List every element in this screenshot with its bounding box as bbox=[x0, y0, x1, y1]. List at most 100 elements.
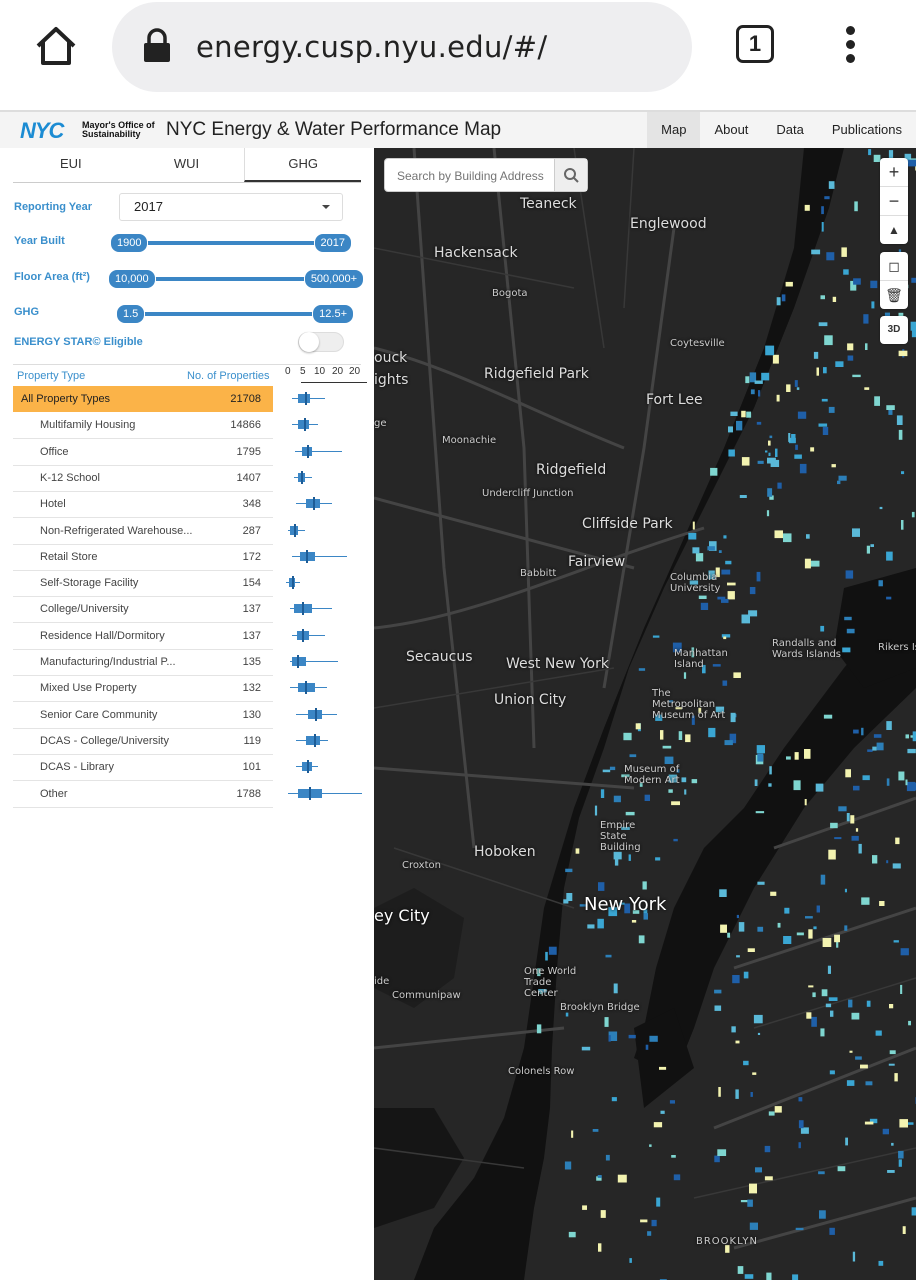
trash-icon[interactable]: 🗑 bbox=[880, 281, 908, 309]
building-footprint bbox=[796, 387, 800, 390]
search-button[interactable] bbox=[554, 159, 587, 191]
building-footprint bbox=[861, 727, 864, 736]
map-label: Teaneck bbox=[520, 196, 577, 212]
tab-wui[interactable]: WUI bbox=[129, 148, 245, 182]
tab-ghg[interactable]: GHG bbox=[244, 148, 362, 182]
building-footprint bbox=[911, 1207, 916, 1216]
building-footprint bbox=[905, 734, 909, 739]
axis-tick-label: 20 bbox=[332, 366, 344, 377]
address-bar[interactable]: energy.cusp.nyu.edu/#/ bbox=[112, 2, 692, 92]
building-footprint bbox=[741, 410, 746, 418]
draw-polygon-button[interactable]: ◻ bbox=[880, 252, 908, 281]
building-footprint bbox=[744, 1274, 754, 1279]
building-footprint bbox=[836, 941, 839, 948]
building-footprint bbox=[895, 837, 900, 845]
building-footprint bbox=[736, 914, 739, 919]
boxplot bbox=[0, 781, 374, 807]
building-footprint bbox=[819, 1210, 826, 1219]
building-footprint bbox=[834, 837, 842, 840]
building-footprint bbox=[824, 196, 830, 200]
building-footprint bbox=[662, 745, 672, 749]
building-footprint bbox=[714, 1005, 722, 1011]
boxplot bbox=[0, 518, 374, 544]
ghg-max-handle[interactable]: 12.5+ bbox=[312, 304, 354, 324]
building-footprint bbox=[628, 854, 631, 861]
building-footprint bbox=[891, 1142, 894, 1146]
nav-publications[interactable]: Publications bbox=[818, 112, 916, 148]
building-footprint bbox=[725, 560, 732, 565]
building-footprint bbox=[876, 742, 884, 751]
nav-data[interactable]: Data bbox=[762, 112, 817, 148]
building-footprint bbox=[886, 860, 889, 864]
building-footprint bbox=[664, 756, 674, 764]
building-footprint bbox=[812, 992, 816, 998]
header-property-type[interactable]: Property Type bbox=[17, 370, 85, 382]
address-search[interactable] bbox=[384, 158, 588, 193]
floor-area-slider[interactable]: 10,000 500,000+ bbox=[108, 269, 364, 289]
year-built-slider[interactable]: 1900 2017 bbox=[110, 233, 352, 253]
building-footprint bbox=[793, 780, 801, 791]
search-input[interactable] bbox=[385, 159, 569, 193]
ghg-slider[interactable]: 1.5 12.5+ bbox=[116, 304, 354, 324]
axis-tick-label: 20 bbox=[349, 366, 361, 377]
building-footprint bbox=[792, 1274, 799, 1280]
building-footprint bbox=[757, 460, 764, 464]
building-footprint bbox=[886, 405, 895, 410]
reporting-year-select[interactable]: 2017 bbox=[119, 193, 343, 221]
building-footprint bbox=[898, 350, 908, 357]
building-footprint bbox=[745, 376, 750, 384]
building-footprint bbox=[813, 351, 819, 359]
map-label: Communipaw bbox=[392, 990, 461, 1001]
building-footprint bbox=[911, 511, 915, 518]
building-footprint bbox=[720, 924, 727, 933]
zoom-in-button[interactable]: + bbox=[880, 158, 908, 187]
main-nav: Map About Data Publications bbox=[647, 112, 916, 148]
building-footprint bbox=[900, 948, 909, 956]
building-footprint bbox=[818, 322, 828, 327]
building-footprint bbox=[645, 1044, 649, 1050]
building-footprint bbox=[592, 1129, 599, 1132]
building-footprint bbox=[823, 714, 833, 719]
more-options-icon[interactable] bbox=[842, 26, 858, 66]
compass-button[interactable]: ▲ bbox=[880, 216, 908, 244]
building-footprint bbox=[683, 672, 687, 679]
building-footprint bbox=[721, 598, 729, 603]
zoom-out-button[interactable]: − bbox=[880, 187, 908, 216]
building-footprint bbox=[614, 857, 619, 866]
building-footprint bbox=[651, 1219, 657, 1227]
map-view[interactable]: + − ▲ ◻ 🗑 3D Teaneck Englewood Hackensac… bbox=[374, 148, 916, 1280]
building-footprint bbox=[811, 249, 821, 255]
building-footprint bbox=[805, 916, 813, 919]
browser-toolbar: energy.cusp.nyu.edu/#/ 1 bbox=[0, 0, 916, 110]
building-footprint bbox=[757, 926, 764, 932]
building-footprint bbox=[796, 932, 804, 936]
energy-star-toggle[interactable] bbox=[298, 332, 344, 352]
building-footprint bbox=[755, 1167, 762, 1173]
year-built-max-handle[interactable]: 2017 bbox=[313, 233, 352, 253]
url-text[interactable]: energy.cusp.nyu.edu/#/ bbox=[196, 30, 547, 64]
floor-area-max-handle[interactable]: 500,000+ bbox=[303, 269, 364, 289]
tab-eui[interactable]: EUI bbox=[13, 148, 129, 182]
map-label: ey City bbox=[374, 906, 430, 925]
home-icon[interactable] bbox=[32, 22, 80, 70]
map-label: Manhattan Island bbox=[674, 648, 728, 670]
building-footprint bbox=[835, 361, 844, 367]
building-footprint bbox=[563, 899, 569, 904]
map-label: Babbitt bbox=[520, 568, 557, 579]
building-footprint bbox=[886, 551, 893, 561]
header-count[interactable]: No. of Properties bbox=[187, 370, 270, 382]
building-footprint bbox=[907, 748, 916, 754]
floor-area-min-handle[interactable]: 10,000 bbox=[108, 269, 156, 289]
nav-about[interactable]: About bbox=[700, 112, 762, 148]
nav-map[interactable]: Map bbox=[647, 112, 701, 148]
year-built-min-handle[interactable]: 1900 bbox=[110, 233, 149, 253]
3d-button[interactable]: 3D bbox=[880, 316, 908, 344]
tab-switcher-button[interactable]: 1 bbox=[736, 25, 774, 63]
building-footprint bbox=[721, 569, 731, 575]
building-footprint bbox=[642, 881, 647, 890]
building-footprint bbox=[719, 889, 727, 897]
table-header: Property Type No. of Properties 0 5 10 2… bbox=[13, 364, 367, 387]
building-footprint bbox=[735, 1040, 740, 1044]
building-footprint bbox=[597, 1175, 602, 1178]
ghg-min-handle[interactable]: 1.5 bbox=[116, 304, 146, 324]
